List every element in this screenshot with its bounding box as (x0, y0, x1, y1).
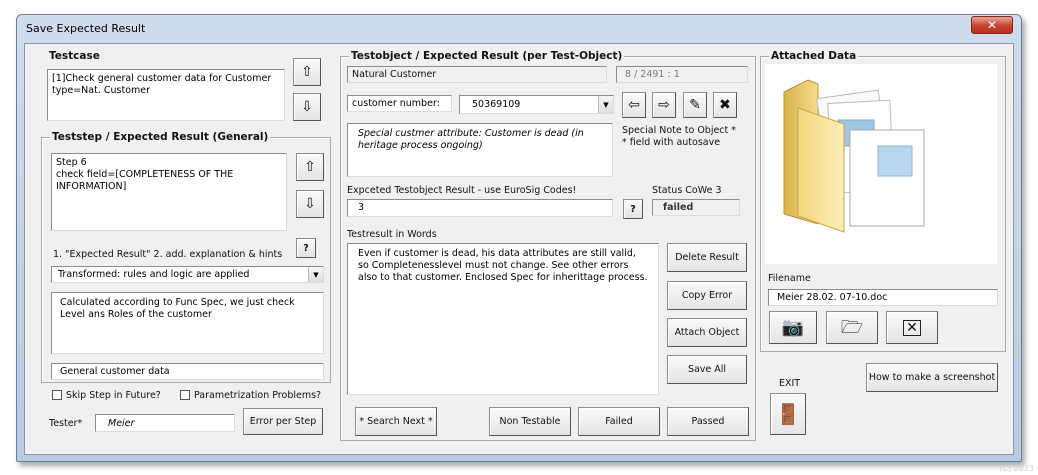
teststep-down-button[interactable]: ⇩ (296, 190, 324, 218)
arrow-up-icon: ⇧ (304, 159, 316, 175)
chevron-down-icon[interactable]: ▼ (598, 96, 613, 113)
teststep-textbox[interactable]: Step 6 check field=[COMPLETENESS OF THE … (51, 153, 287, 231)
expected-help-button[interactable]: ? (623, 199, 643, 219)
teststep-category-field[interactable]: General customer data (51, 363, 324, 380)
folder-icon (783, 79, 925, 233)
testobject-counter-field: 8 / 2491 : 1 (616, 66, 748, 83)
testcase-legend: Testcase (47, 50, 102, 62)
customer-number-value: 50369109 (472, 99, 521, 110)
exit-label: EXIT (779, 378, 801, 389)
pencil-icon: ✎ (689, 97, 701, 113)
previous-object-button[interactable]: ⇦ (622, 92, 646, 118)
title-bar: Save Expected Result ✕ (17, 15, 1021, 43)
filename-label: Filename (768, 273, 811, 284)
parametrization-checkbox[interactable] (180, 390, 190, 400)
customer-number-label: customer number: (347, 95, 452, 112)
save-all-button[interactable]: Save All (667, 355, 747, 384)
filename-field[interactable]: Meier 28.02. 07-10.doc (768, 289, 998, 306)
teststep-help-button[interactable]: ? (296, 238, 316, 258)
testcase-down-button[interactable]: ⇩ (293, 93, 321, 121)
exit-button[interactable]: 🚪 (770, 393, 806, 435)
failed-button[interactable]: Failed (578, 407, 660, 436)
tester-input[interactable]: Meier (95, 414, 235, 432)
next-object-button[interactable]: ⇨ (652, 92, 676, 118)
expected-result-label: Expceted Testobject Result - use EuroSig… (347, 185, 577, 196)
delete-box-icon: ✕ (903, 319, 921, 336)
arrow-left-icon: ⇦ (628, 97, 640, 113)
open-file-button[interactable]: 🗁 (826, 311, 878, 344)
open-folder-icon: 🗁 (840, 316, 864, 338)
skip-step-label: Skip Step in Future? (66, 390, 161, 401)
customer-number-combo[interactable]: 50369109 ▼ (459, 95, 614, 114)
help-icon: ? (630, 203, 636, 215)
attached-data-legend: Attached Data (769, 50, 859, 62)
how-to-screenshot-button[interactable]: How to make a screenshot (866, 363, 998, 392)
close-icon: ✕ (986, 18, 998, 32)
status-label: Status CoWe 3 (652, 185, 722, 196)
skip-step-checkbox[interactable] (52, 390, 62, 400)
testobject-name-field: Natural Customer (347, 66, 607, 83)
special-note-label: Special Note to Object * * field with au… (622, 125, 737, 148)
copy-error-button[interactable]: Copy Error (667, 281, 747, 310)
close-icon: ✖ (719, 97, 731, 113)
testobject-legend: Testobject / Expected Result (per Test-O… (349, 50, 625, 62)
error-per-step-button[interactable]: Error per Step (243, 408, 323, 435)
teststep-explanation-textbox[interactable]: Calculated according to Func Spec, we ju… (51, 292, 324, 354)
screen: { "window": {"title": "Save Expected Res… (0, 0, 1038, 475)
arrow-down-icon: ⇩ (304, 196, 316, 212)
remove-attachment-button[interactable]: ✕ (886, 311, 938, 344)
close-button[interactable]: ✕ (971, 16, 1013, 34)
teststep-up-button[interactable]: ⇧ (296, 153, 324, 181)
copyright-text: (C) 2023 (999, 464, 1034, 473)
edit-object-button[interactable]: ✎ (683, 92, 707, 118)
attach-object-button[interactable]: Attach Object (667, 318, 747, 347)
non-testable-button[interactable]: Non Testable (489, 407, 571, 436)
testcase-up-button[interactable]: ⇧ (293, 58, 321, 86)
testresult-words-label: Testresult in Words (347, 229, 437, 240)
tester-label: Tester* (49, 418, 83, 429)
chevron-down-icon[interactable]: ▼ (308, 267, 323, 282)
help-icon: ? (303, 242, 309, 254)
testcase-textbox[interactable]: [1]Check general customer data for Custo… (47, 69, 285, 121)
arrow-up-icon: ⇧ (301, 64, 313, 80)
testresult-words-textbox[interactable]: Even if customer is dead, his data attri… (347, 243, 659, 395)
delete-result-button[interactable]: Delete Result (667, 243, 747, 272)
teststep-hint-label: 1. "Expected Result" 2. add. explanation… (53, 249, 283, 260)
camera-icon: 📷 (781, 316, 805, 338)
arrow-right-icon: ⇨ (658, 97, 670, 113)
door-icon: 🚪 (775, 402, 801, 426)
parametrization-label: Parametrization Problems? (194, 390, 322, 401)
window-title: Save Expected Result (26, 22, 146, 35)
teststep-legend: Teststep / Expected Result (General) (50, 131, 271, 143)
teststep-result-combo-value: Transformed: rules and logic are applied (58, 269, 250, 280)
expected-result-input[interactable]: 3 (347, 199, 613, 217)
passed-button[interactable]: Passed (667, 407, 749, 436)
special-note-textbox[interactable]: Special custmer attribute: Customer is d… (347, 123, 613, 177)
arrow-down-icon: ⇩ (301, 99, 313, 115)
status-field: failed (652, 199, 740, 216)
search-next-button[interactable]: * Search Next * (355, 407, 437, 436)
screenshot-button[interactable]: 📷 (769, 311, 817, 344)
teststep-result-combo[interactable]: Transformed: rules and logic are applied… (51, 266, 324, 283)
delete-object-button[interactable]: ✖ (713, 92, 737, 118)
